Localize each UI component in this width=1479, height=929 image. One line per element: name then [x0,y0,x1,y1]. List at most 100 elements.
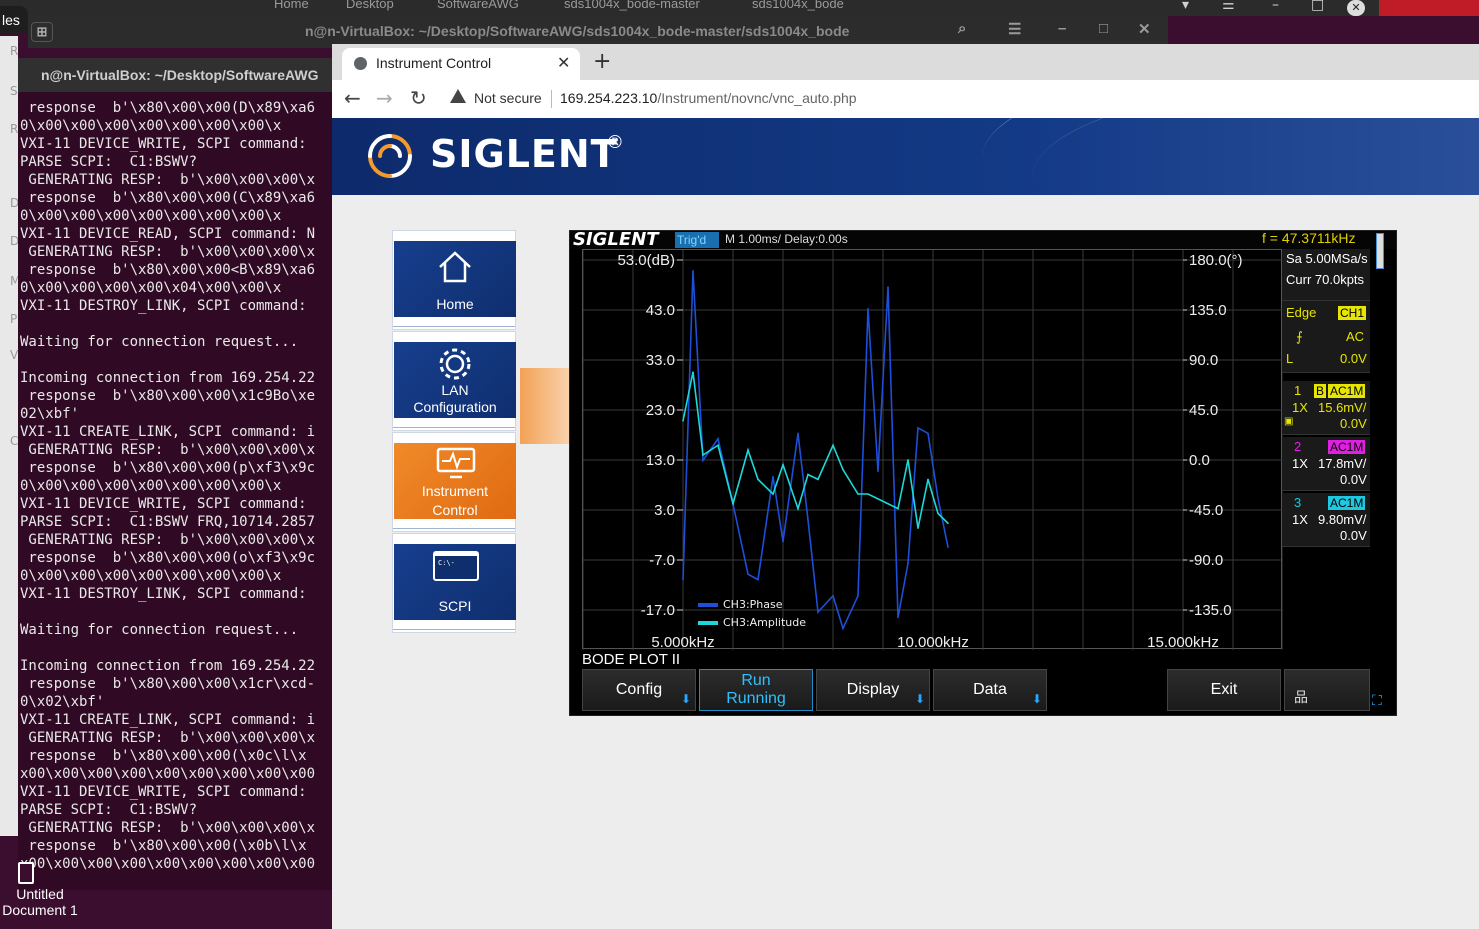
close-area[interactable] [1379,0,1479,16]
oscilloscope-screen[interactable]: SIGLENT Trig'd M 1.00ms/ Delay:0.00s f =… [569,229,1397,716]
exit-label: Exit [1210,681,1238,698]
terminal-line: 02\xbf' [20,406,80,422]
menu-scpi-tile[interactable]: C:\- SCPI [394,544,516,620]
scope-side-panel: Sa 5.00MSa/s Curr 70.0kpts Edge CH1 ⨍ AC… [1282,249,1370,547]
y-left-tick-label: 33.0 [646,352,675,369]
menu-scpi[interactable]: C:\- SCPI [392,533,516,633]
warning-icon[interactable] [450,89,466,103]
menu-home[interactable]: Home [392,230,516,330]
reload-icon[interactable]: ↻ [410,86,427,110]
data-point [702,459,704,462]
data-point [717,444,719,447]
terminal-line: response b'\x80\x00\x00(\x0c\l\x [20,748,307,764]
tab-home[interactable]: Home [274,0,309,11]
channel-3-block[interactable]: 3 AC1M 1X 9.80mV/ 0.0V [1282,493,1370,547]
terminal-line: VXI-11 DEVICE_READ, SCPI command: N [20,226,316,242]
new-tab-icon[interactable]: ⊞ [31,22,53,42]
terminal-line: VXI-11 CREATE_LINK, SCPI command: i [20,712,316,728]
probe-factor: 1X [1292,400,1308,415]
menu-instrument-tile[interactable]: Instrument Control [394,443,516,519]
forward-icon[interactable]: → [376,86,393,110]
terminal-line: VXI-11 DESTROY_LINK, SCPI command: [20,586,316,602]
data-point [897,616,899,619]
data-point [907,562,909,565]
fullscreen-icon[interactable]: ⛶ [1372,693,1382,709]
new-tab-icon[interactable]: + [593,49,611,74]
data-button[interactable]: Data ⬇ [933,669,1047,711]
terminal-line: response b'\x80\x00\x00<B\x89\xa6 [20,262,316,278]
tab-bode[interactable]: sds1004x_bode [752,0,844,11]
maximize-icon[interactable]: □ [1099,20,1108,37]
arrow-down-icon: ⬇ [681,692,692,706]
close-icon[interactable]: ✕ [1347,0,1365,16]
data-point [782,540,784,543]
url-text[interactable]: 169.254.223.10/Instrument/novnc/vnc_auto… [560,90,857,106]
tab-softwareawg[interactable]: SoftwareAWG [437,0,519,11]
y-right-tick-label: -45.0 [1189,502,1223,519]
menu-icon[interactable]: ☰ [1222,0,1235,13]
trigger-block[interactable]: Edge CH1 ⨍ AC L 0.0V [1282,301,1370,373]
y-left-tick-label: 13.0 [646,452,675,469]
menu-lan-label: LAN [441,382,469,398]
tab-bode-master[interactable]: sds1004x_bode-master [564,0,700,11]
y-right-tick-label: 135.0 [1189,302,1227,319]
y-left-tick-label: -7.0 [649,552,675,569]
frequency-readout: f = 47.3711kHz [1262,230,1356,246]
menu-lan-configuration[interactable]: LAN Configuration [392,331,516,431]
terminal-line: VXI-11 DEVICE_WRITE, SCPI command: [20,784,316,800]
y-right-tick-label: 180.0(°) [1189,252,1243,269]
menu-home-tile[interactable]: Home [394,241,516,317]
y-left-tick-label: -17.0 [641,602,675,619]
config-button[interactable]: Config ⬇ [582,669,696,711]
menu-lan-tile[interactable]: LAN Configuration [394,342,516,418]
legend-swatch [698,621,718,625]
exit-button[interactable]: Exit [1167,669,1281,711]
y-right-tick-label: 0.0 [1189,452,1210,469]
minimize-icon[interactable]: – [1058,20,1066,37]
arrow-down-icon: ⬇ [915,692,926,706]
data-point [797,432,799,435]
security-label[interactable]: Not secure [474,90,542,106]
menu-icon[interactable]: ☰ [1008,20,1021,38]
terminal-line: response b'\x80\x00\x00(p\xf3\x9c [20,460,316,476]
y-left-tick-label: 3.0 [654,502,675,519]
terminal-line: VXI-11 DESTROY_LINK, SCPI command: [20,298,316,314]
volt-scale: 15.6mV/ [1318,400,1367,415]
run-button[interactable]: Run Running [699,669,813,711]
terminal-line: response b'\x80\x00\x00(C\x89\xa6 [20,190,316,206]
menu-instrument-control[interactable]: Instrument Control [392,432,516,532]
maximize-icon[interactable]: □ [1311,0,1324,13]
desktop-file-icon[interactable]: Untitled Document 1 [0,862,80,918]
channel-coupling: AC1M [1328,384,1366,398]
terminal-line: response b'\x80\x00\x00(D\x89\xa6 [20,100,316,116]
volt-scale: 9.80mV/ [1318,512,1367,527]
scope-scroll-handle[interactable] [1376,233,1384,269]
data-point [842,468,844,471]
back-icon[interactable]: ← [344,86,361,110]
close-tab-icon[interactable]: ✕ [557,53,570,72]
close-icon[interactable]: ✕ [1138,20,1151,38]
scope-header: SIGLENT Trig'd M 1.00ms/ Delay:0.00s f =… [570,229,1396,269]
page-viewport: SIGLENT ® Home LAN Configuration Instrum… [332,118,1479,929]
search-icon[interactable]: ⌕ [958,20,966,37]
display-button[interactable]: Display ⬇ [816,669,930,711]
channel-1-block[interactable]: 1 B AC1M 1X 15.6mV/ 0.0V ▣ [1282,381,1370,435]
browser-tab[interactable]: Instrument Control ✕ [342,48,580,80]
data-point [782,463,784,466]
tab-desktop[interactable]: Desktop [346,0,394,11]
volt-offset: 0.0V [1340,416,1367,431]
terminal-line: VXI-11 DEVICE_WRITE, SCPI command: [20,496,316,512]
data-point [772,493,774,495]
terminal-line: PARSE SCPI: C1:BSWV? [20,154,198,170]
trigger-level: 0.0V [1340,351,1367,366]
channel-coupling: AC1M [1328,496,1366,510]
dropdown-icon[interactable]: ▾ [1182,0,1189,13]
data-point [702,454,704,456]
minimize-icon[interactable]: – [1272,0,1279,13]
address-bar[interactable]: Not secure 169.254.223.10/Instrument/nov… [440,84,1479,114]
terminal-line: 0\x00\x00\x00\x00\x00\x00\x00\x [20,118,282,134]
terminal-output[interactable]: response b'\x80\x00\x00(D\x89\xa6 0\x00\x… [18,92,340,890]
files-app-label[interactable]: les [0,6,28,34]
channel-2-block[interactable]: 2 AC1M 1X 17.8mV/ 0.0V [1282,437,1370,491]
